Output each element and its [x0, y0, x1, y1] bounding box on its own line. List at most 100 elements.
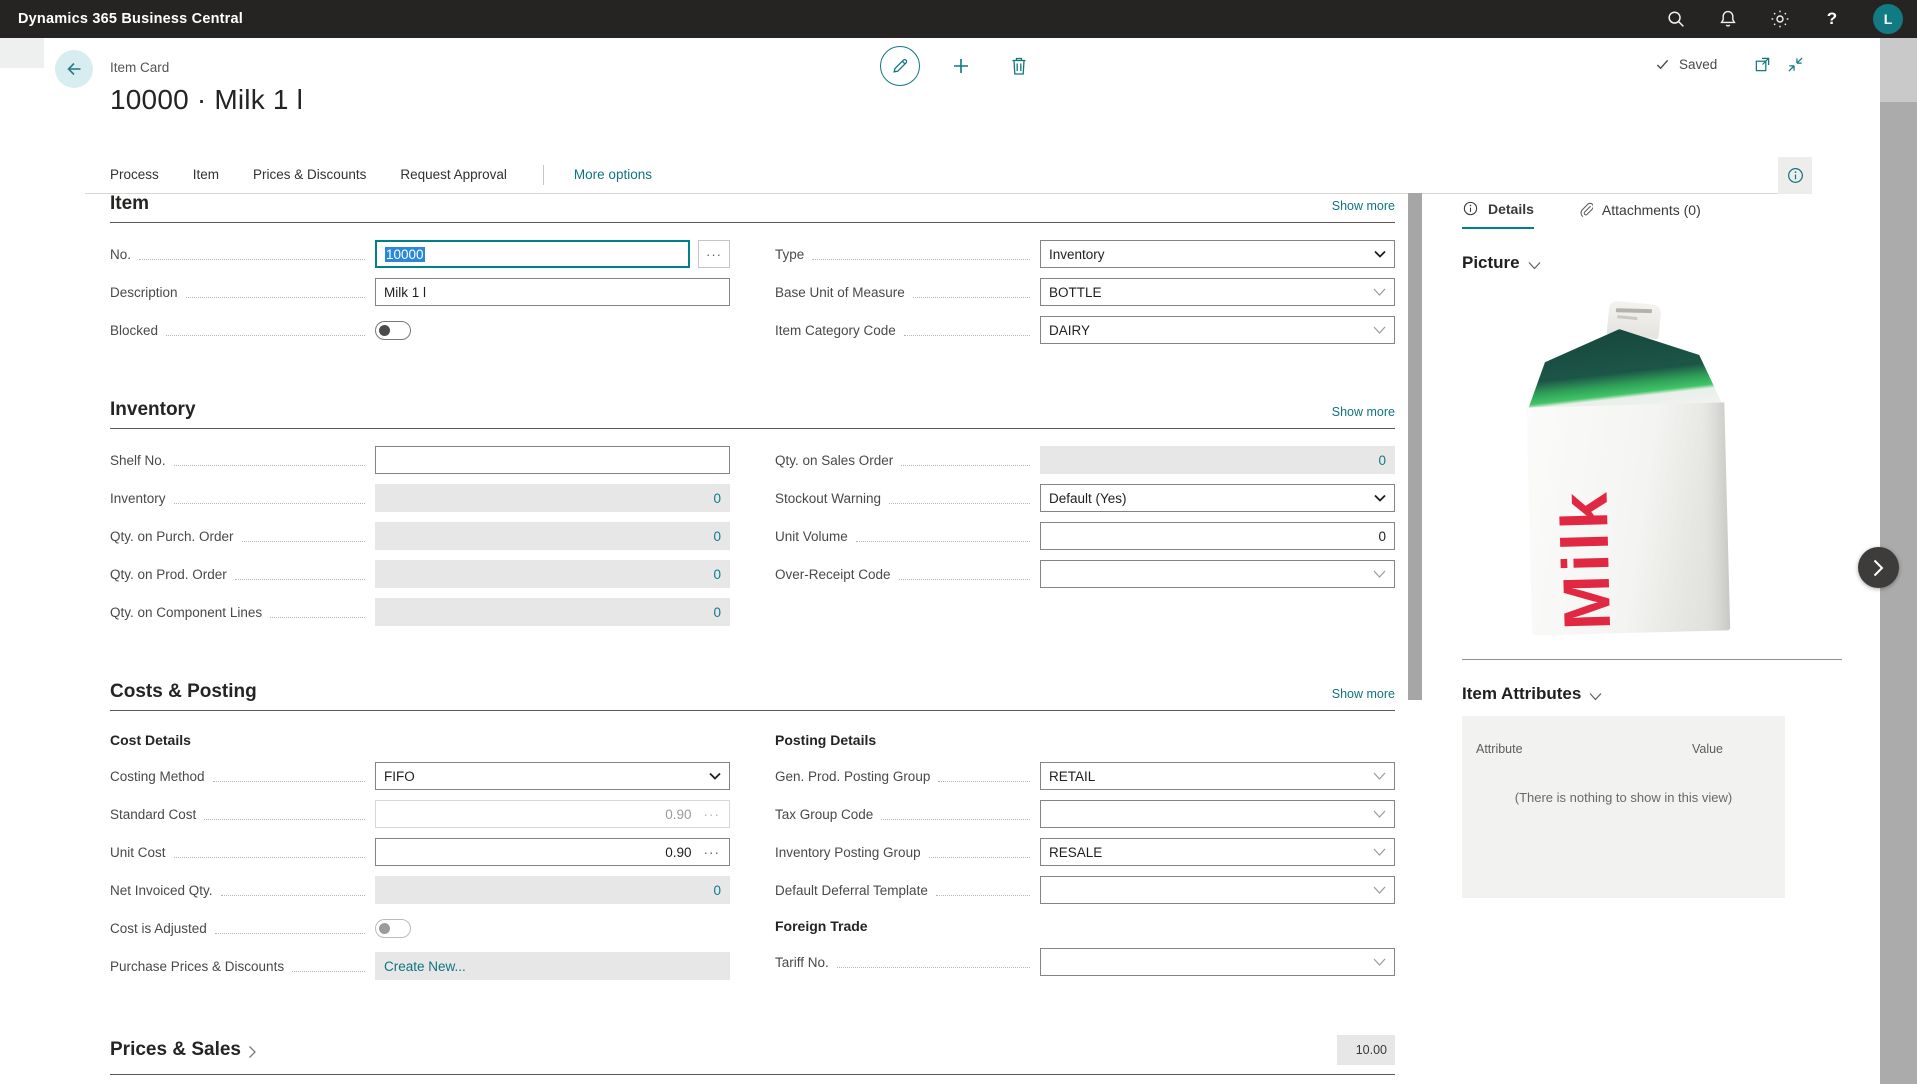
new-plus-button[interactable] — [944, 49, 978, 83]
qty-comp-drilldown-value[interactable]: 0 — [713, 605, 721, 620]
field-standard-cost: Standard Cost 0.90 ··· — [110, 795, 730, 833]
shelf-no-input[interactable] — [375, 446, 730, 474]
menu-process[interactable]: Process — [110, 167, 159, 182]
menu-more-options[interactable]: More options — [574, 167, 652, 182]
unit-cost-field[interactable]: 0.90 ··· — [375, 838, 730, 866]
type-select[interactable]: Inventory — [1040, 240, 1395, 268]
default-deferral-template-lookup[interactable] — [1040, 876, 1395, 904]
net-invoiced-label: Net Invoiced Qty. — [110, 882, 213, 898]
over-receipt-label: Over-Receipt Code — [775, 566, 891, 582]
cost-is-adjusted-toggle[interactable] — [375, 918, 411, 938]
tax-group-code-lookup[interactable] — [1040, 800, 1395, 828]
net-invoiced-drilldown-value[interactable]: 0 — [713, 883, 721, 898]
dot-leader — [912, 296, 1030, 298]
tab-details[interactable]: Details — [1462, 200, 1534, 229]
inventory-drilldown-value[interactable]: 0 — [713, 491, 721, 506]
action-menubar: Process Item Prices & Discounts Request … — [85, 156, 1812, 194]
stockout-warning-select[interactable]: Default (Yes) — [1040, 484, 1395, 512]
qty-sales-drilldown-value[interactable]: 0 — [1378, 453, 1386, 468]
prices-sales-summary-value[interactable]: 10.00 — [1337, 1035, 1395, 1065]
stockout-value: Default (Yes) — [1049, 490, 1127, 506]
costing-method-select[interactable]: FIFO — [375, 762, 730, 790]
chevron-down-icon — [1373, 958, 1386, 967]
over-receipt-code-lookup[interactable] — [1040, 560, 1395, 588]
cost-adjusted-label: Cost is Adjusted — [110, 920, 207, 936]
dot-leader — [270, 616, 365, 618]
top-navigation-bar: Dynamics 365 Business Central ? L — [0, 0, 1917, 38]
collapse-window-icon[interactable] — [1787, 56, 1804, 73]
qty-prod-drilldown-value[interactable]: 0 — [713, 567, 721, 582]
chevron-down-icon — [1374, 250, 1386, 258]
dot-leader — [139, 258, 365, 260]
field-qty-prod-order: Qty. on Prod. Order 0 — [110, 555, 730, 593]
user-avatar[interactable]: L — [1873, 4, 1903, 34]
menu-item[interactable]: Item — [193, 167, 219, 182]
menu-request-approval[interactable]: Request Approval — [400, 167, 507, 182]
expand-pane-chevron-button[interactable] — [1858, 547, 1899, 588]
section-inventory-show-more[interactable]: Show more — [1332, 405, 1395, 421]
chevron-down-icon — [709, 772, 721, 780]
section-item-show-more[interactable]: Show more — [1332, 199, 1395, 215]
inventory-posting-group-lookup[interactable]: RESALE — [1040, 838, 1395, 866]
qty-sales-value-field: 0 — [1040, 446, 1395, 474]
no-assist-edit-button[interactable]: ··· — [698, 240, 730, 268]
unit-volume-input[interactable] — [1040, 522, 1395, 550]
no-input[interactable]: 10000 — [375, 240, 690, 268]
item-category-code-lookup[interactable]: DAIRY — [1040, 316, 1395, 344]
picture-section-header[interactable]: Picture — [1462, 253, 1844, 273]
back-button[interactable] — [55, 50, 93, 88]
qty-comp-value-field: 0 — [375, 598, 730, 626]
create-new-link[interactable]: Create New... — [384, 959, 466, 974]
dot-leader — [898, 578, 1030, 580]
menu-prices-discounts[interactable]: Prices & Discounts — [253, 167, 366, 182]
buom-label: Base Unit of Measure — [775, 284, 905, 300]
gen-prod-posting-group-lookup[interactable]: RETAIL — [1040, 762, 1395, 790]
field-qty-component-lines: Qty. on Component Lines 0 — [110, 593, 730, 631]
chevron-down-icon — [1373, 326, 1386, 335]
chevron-right-icon — [248, 1045, 257, 1059]
field-costing-method: Costing Method FIFO — [110, 757, 730, 795]
section-prices-sales-collapsed[interactable]: Prices & Sales 10.00 — [110, 1035, 1395, 1075]
field-inventory-qty: Inventory 0 — [110, 479, 730, 517]
net-invoiced-value-field: 0 — [375, 876, 730, 904]
dot-leader — [812, 258, 1030, 260]
description-input[interactable] — [375, 278, 730, 306]
tab-attachments[interactable]: Attachments (0) — [1578, 200, 1701, 229]
notifications-bell-icon[interactable] — [1717, 8, 1739, 30]
field-qty-sales-order: Qty. on Sales Order 0 — [775, 441, 1395, 479]
category-label: Item Category Code — [775, 322, 896, 338]
factbox-divider — [1462, 659, 1842, 660]
unit-cost-assist-edit[interactable]: ··· — [704, 845, 721, 860]
item-left-column: No. 10000 ··· Description Blocked — [110, 235, 730, 349]
edit-pencil-button[interactable] — [880, 46, 920, 86]
qty-purch-drilldown-value[interactable]: 0 — [713, 529, 721, 544]
factbox-info-toggle-button[interactable] — [1778, 157, 1812, 194]
qty-purch-label: Qty. on Purch. Order — [110, 528, 234, 544]
search-icon[interactable] — [1665, 8, 1687, 30]
field-type: Type Inventory — [775, 235, 1395, 273]
settings-gear-icon[interactable] — [1769, 8, 1791, 30]
purch-prices-field: Create New... — [375, 952, 730, 980]
item-attributes-panel: Attribute Value (There is nothing to sho… — [1462, 716, 1785, 898]
window-controls — [1754, 56, 1804, 73]
costing-method-label: Costing Method — [110, 768, 205, 784]
field-no: No. 10000 ··· — [110, 235, 730, 273]
dot-leader — [220, 894, 365, 896]
help-icon[interactable]: ? — [1821, 8, 1843, 30]
page-title: 10000 · Milk 1 l — [110, 84, 304, 115]
base-unit-of-measure-lookup[interactable]: BOTTLE — [1040, 278, 1395, 306]
tab-attachments-label: Attachments (0) — [1601, 201, 1701, 218]
dot-leader — [881, 818, 1030, 820]
qty-comp-label: Qty. on Component Lines — [110, 604, 263, 620]
blocked-toggle[interactable] — [375, 320, 411, 340]
item-picture[interactable]: Milk — [1462, 299, 1792, 643]
tariff-no-lookup[interactable] — [1040, 948, 1395, 976]
dot-leader — [855, 540, 1030, 542]
factbox-pane: Details Attachments (0) Picture Milk Ite… — [1462, 200, 1844, 898]
open-in-new-window-icon[interactable] — [1754, 56, 1771, 73]
standard-cost-assist-edit[interactable]: ··· — [704, 807, 721, 822]
delete-trash-button[interactable] — [1002, 49, 1036, 83]
item-attributes-section-header[interactable]: Item Attributes — [1462, 684, 1844, 704]
section-costs-show-more[interactable]: Show more — [1332, 687, 1395, 703]
vertical-scrollbar-thumb[interactable] — [1408, 193, 1422, 700]
